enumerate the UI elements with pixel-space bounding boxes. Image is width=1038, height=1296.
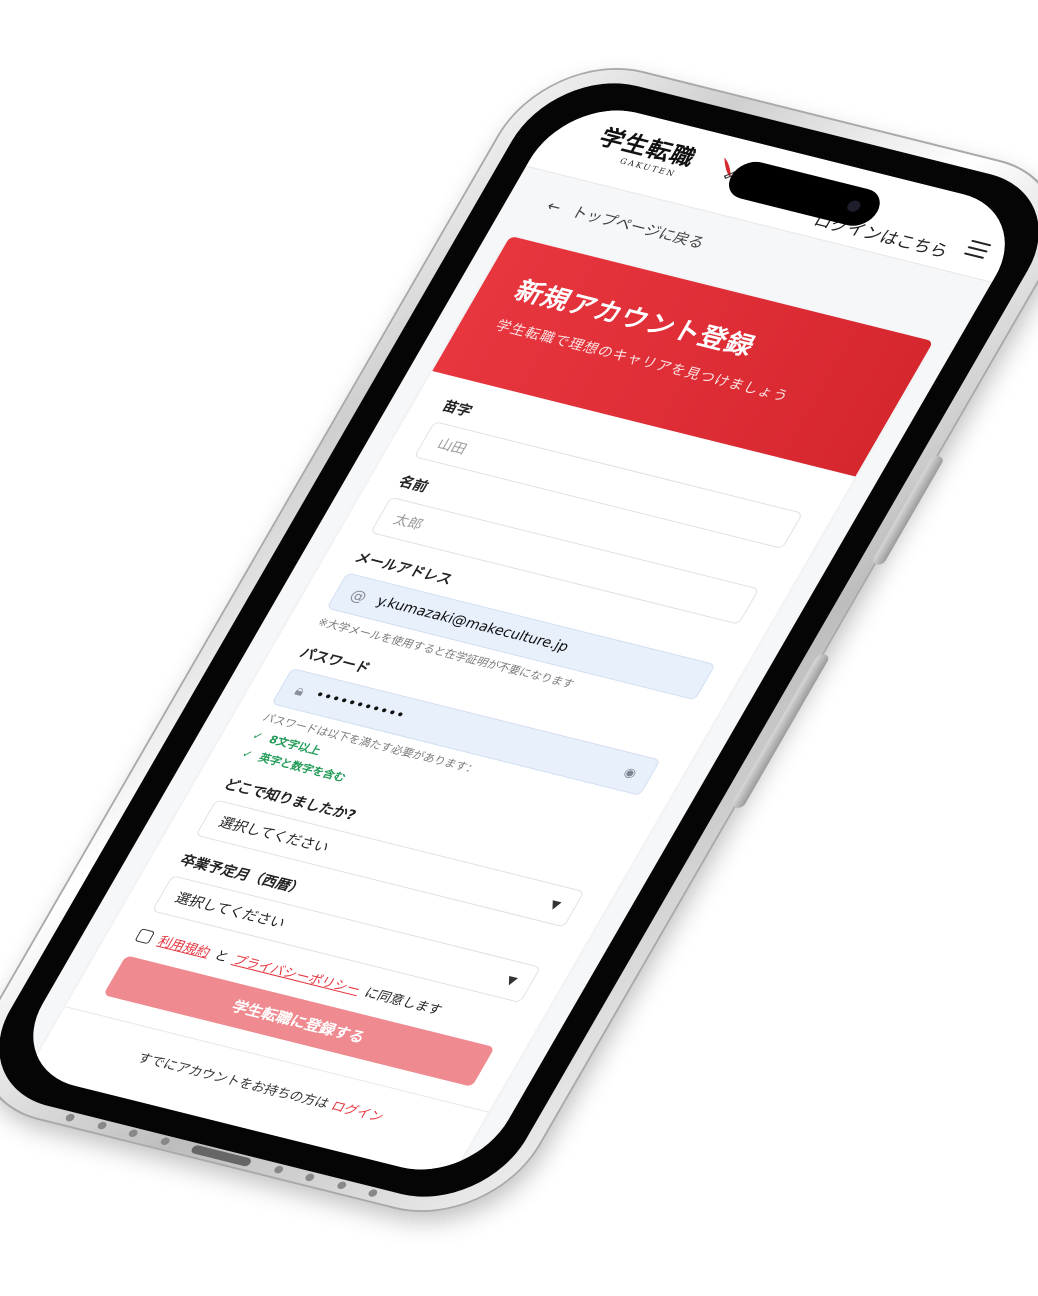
at-sign-icon: @	[346, 585, 371, 606]
phone-screen: 学生転職 GAKUTEN ログインはこちら ← トップページに戻る 新規アカウン…	[5, 95, 1033, 1185]
arrow-left-icon: ←	[543, 197, 565, 217]
agreement-checkbox[interactable]	[134, 927, 156, 944]
chevron-down-icon: ▼	[547, 897, 564, 913]
check-circle-icon: ✓	[239, 747, 256, 762]
phone-mockup: 学生転職 GAKUTEN ログインはこちら ← トップページに戻る 新規アカウン…	[0, 49, 1038, 1231]
graduation-selected: 選択してください	[171, 890, 289, 932]
check-circle-icon: ✓	[249, 729, 266, 744]
signup-form: 苗字 山田 名前 太郎 メールアドレス @ y.kumazaki@makecul…	[45, 371, 856, 1148]
terms-link[interactable]: 利用規約	[155, 931, 215, 961]
logo[interactable]: 学生転職 GAKUTEN	[589, 119, 754, 181]
back-link-label: トップページに戻る	[568, 203, 709, 252]
footer-login-link[interactable]: ログイン	[328, 1099, 386, 1125]
stage: 学生転職 GAKUTEN ログインはこちら ← トップページに戻る 新規アカウン…	[0, 0, 1038, 1296]
hamburger-menu-icon[interactable]	[963, 239, 992, 259]
agreement-suffix: に同意します	[361, 985, 445, 1019]
agreement-and: と	[210, 948, 232, 966]
footer-text: すでにアカウントをお持ちの方は	[134, 1051, 332, 1112]
phone-bezel: 学生転職 GAKUTEN ログインはこちら ← トップページに戻る 新規アカウン…	[0, 65, 1038, 1215]
referral-selected: 選択してください	[215, 814, 332, 857]
chevron-down-icon: ▼	[503, 972, 520, 988]
lock-icon: 🔒︎	[291, 681, 309, 700]
